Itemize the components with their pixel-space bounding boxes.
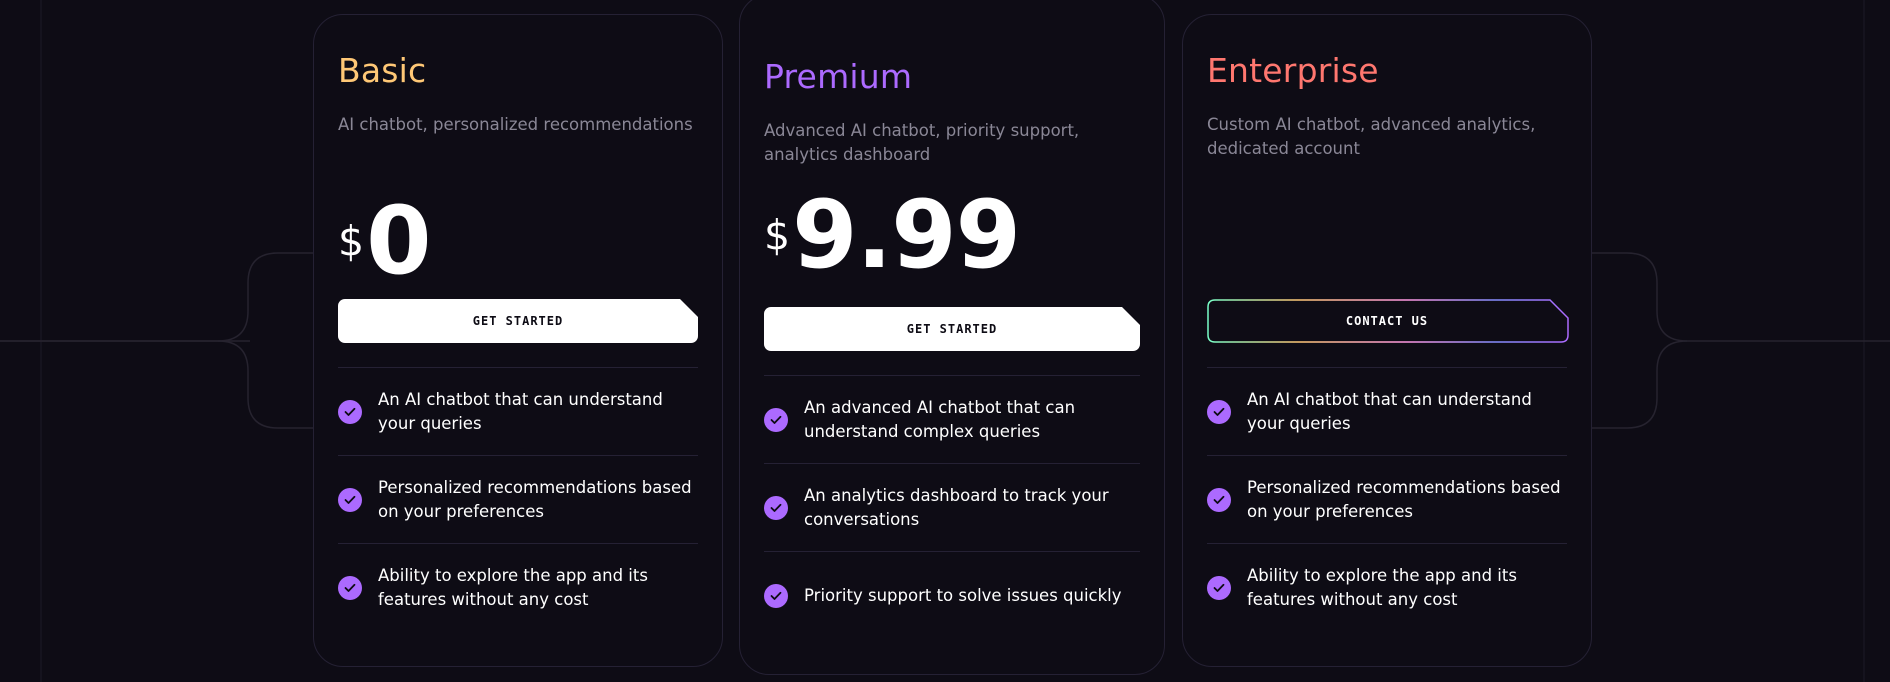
- plan-description: Custom AI chatbot, advanced analytics, d…: [1207, 115, 1536, 158]
- feature-text: Ability to explore the app and its featu…: [1247, 566, 1517, 609]
- check-icon: [764, 495, 788, 520]
- list-item: An AI chatbot that can understand your q…: [338, 368, 698, 456]
- price-currency: $: [764, 211, 791, 259]
- feature-text: Priority support to solve issues quickly: [804, 586, 1122, 605]
- feature-text: An AI chatbot that can understand your q…: [1247, 389, 1532, 433]
- list-item: Ability to explore the app and its featu…: [338, 544, 698, 632]
- feature-text: Ability to explore the app and its featu…: [378, 566, 648, 609]
- feature-text: Personalized recommendations based on yo…: [378, 477, 692, 521]
- feature-list: An AI chatbot that can understand your q…: [1207, 367, 1567, 632]
- price-amount: 0: [366, 187, 431, 296]
- check-icon: [338, 487, 362, 512]
- list-item: Ability to explore the app and its featu…: [1207, 544, 1567, 632]
- feature-text: Personalized recommendations based on yo…: [1247, 477, 1561, 521]
- plan-card-enterprise: Enterprise Custom AI chatbot, advanced a…: [1182, 14, 1592, 667]
- plan-description: Advanced AI chatbot, priority support, a…: [764, 121, 1080, 164]
- contact-us-button[interactable]: CONTACT US: [1207, 299, 1569, 343]
- check-icon: [1207, 487, 1231, 512]
- get-started-button[interactable]: GET STARTED: [764, 307, 1140, 351]
- plan-card-basic: Basic AI chatbot, personalized recommend…: [313, 14, 723, 667]
- check-icon: [1207, 576, 1231, 600]
- check-icon: [764, 584, 788, 608]
- plan-price: $ 9.99: [764, 181, 1021, 290]
- list-item: Priority support to solve issues quickly: [764, 552, 1140, 640]
- check-icon: [1207, 399, 1231, 424]
- feature-text: An AI chatbot that can understand your q…: [378, 389, 663, 433]
- plan-title: Basic: [338, 51, 427, 90]
- plan-price: $ 0: [338, 187, 432, 296]
- pricing-section: Basic AI chatbot, personalized recommend…: [0, 0, 1890, 682]
- list-item: An analytics dashboard to track your con…: [764, 464, 1140, 552]
- plan-description: AI chatbot, personalized recommendations: [338, 115, 693, 134]
- check-icon: [338, 399, 362, 424]
- plan-title: Premium: [764, 57, 913, 96]
- feature-list: An advanced AI chatbot that can understa…: [764, 375, 1140, 640]
- feature-text: An analytics dashboard to track your con…: [804, 485, 1109, 529]
- list-item: Personalized recommendations based on yo…: [1207, 456, 1567, 544]
- plan-title: Enterprise: [1207, 51, 1379, 90]
- check-icon: [338, 576, 362, 600]
- feature-text: An advanced AI chatbot that can understa…: [804, 397, 1076, 441]
- feature-list: An AI chatbot that can understand your q…: [338, 367, 698, 632]
- plan-card-premium: Premium Advanced AI chatbot, priority su…: [739, 0, 1165, 675]
- get-started-button[interactable]: GET STARTED: [338, 299, 698, 343]
- price-amount: 9.99: [792, 181, 1021, 290]
- list-item: An AI chatbot that can understand your q…: [1207, 368, 1567, 456]
- list-item: Personalized recommendations based on yo…: [338, 456, 698, 544]
- check-icon: [764, 407, 788, 432]
- price-currency: $: [338, 217, 365, 265]
- list-item: An advanced AI chatbot that can understa…: [764, 376, 1140, 464]
